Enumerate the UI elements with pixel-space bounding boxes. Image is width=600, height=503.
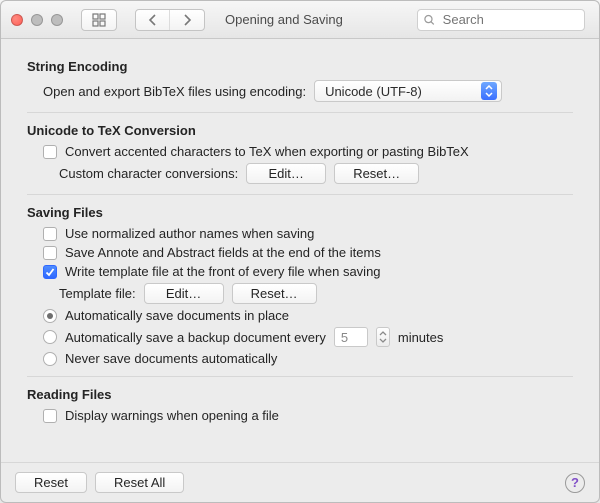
string-encoding-heading: String Encoding (27, 59, 573, 74)
grid-toggle[interactable] (81, 9, 117, 31)
backup-interval-stepper[interactable] (376, 327, 390, 347)
autosave-backup-label: Automatically save a backup document eve… (65, 330, 326, 345)
display-warnings-checkbox[interactable] (43, 409, 57, 423)
convert-accented-checkbox[interactable] (43, 145, 57, 159)
chevron-right-icon (182, 14, 192, 26)
search-input[interactable] (441, 11, 578, 28)
search-icon (424, 14, 435, 26)
search-field[interactable] (417, 9, 585, 31)
check-icon (45, 267, 55, 277)
divider (27, 376, 573, 377)
write-template-label: Write template file at the front of ever… (65, 264, 381, 279)
maximize-icon[interactable] (51, 14, 63, 26)
autosave-inplace-label: Automatically save documents in place (65, 308, 289, 323)
autosave-inplace-radio[interactable] (43, 309, 57, 323)
help-button[interactable]: ? (565, 473, 585, 493)
normalized-author-checkbox[interactable] (43, 227, 57, 241)
content: String Encoding Open and export BibTeX f… (1, 39, 599, 462)
divider (27, 194, 573, 195)
grid-icon (82, 10, 116, 30)
backup-interval-field[interactable]: 5 (334, 327, 368, 347)
back-button[interactable] (136, 10, 170, 30)
annote-abstract-label: Save Annote and Abstract fields at the e… (65, 245, 381, 260)
updown-icon (481, 82, 497, 100)
autosave-never-radio[interactable] (43, 352, 57, 366)
saving-files-heading: Saving Files (27, 205, 573, 220)
custom-conversions-reset-button[interactable]: Reset… (334, 163, 419, 184)
template-file-reset-button[interactable]: Reset… (232, 283, 317, 304)
encoding-select[interactable]: Unicode (UTF-8) (314, 80, 502, 102)
minimize-icon[interactable] (31, 14, 43, 26)
window-title: Opening and Saving (225, 12, 343, 27)
autosave-backup-radio[interactable] (43, 330, 57, 344)
encoding-label: Open and export BibTeX files using encod… (43, 84, 306, 99)
reset-button[interactable]: Reset (15, 472, 87, 493)
close-icon[interactable] (11, 14, 23, 26)
forward-button[interactable] (170, 10, 204, 30)
footer: Reset Reset All ? (1, 462, 599, 502)
backup-interval-units: minutes (398, 330, 444, 345)
unicode-tex-heading: Unicode to TeX Conversion (27, 123, 573, 138)
template-file-edit-button[interactable]: Edit… (144, 283, 224, 304)
custom-conversions-edit-button[interactable]: Edit… (246, 163, 326, 184)
divider (27, 112, 573, 113)
autosave-never-label: Never save documents automatically (65, 351, 277, 366)
reset-all-button[interactable]: Reset All (95, 472, 184, 493)
nav-back-forward (135, 9, 205, 31)
stepper-updown-icon (379, 330, 387, 344)
custom-conversions-label: Custom character conversions: (59, 166, 238, 181)
preferences-window: Opening and Saving String Encoding Open … (0, 0, 600, 503)
reading-files-heading: Reading Files (27, 387, 573, 402)
template-file-label: Template file: (59, 286, 136, 301)
encoding-select-value: Unicode (UTF-8) (325, 84, 422, 99)
display-warnings-label: Display warnings when opening a file (65, 408, 279, 423)
chevron-left-icon (148, 14, 158, 26)
write-template-checkbox[interactable] (43, 265, 57, 279)
titlebar: Opening and Saving (1, 1, 599, 39)
normalized-author-label: Use normalized author names when saving (65, 226, 314, 241)
annote-abstract-checkbox[interactable] (43, 246, 57, 260)
window-controls (11, 14, 63, 26)
convert-accented-label: Convert accented characters to TeX when … (65, 144, 469, 159)
